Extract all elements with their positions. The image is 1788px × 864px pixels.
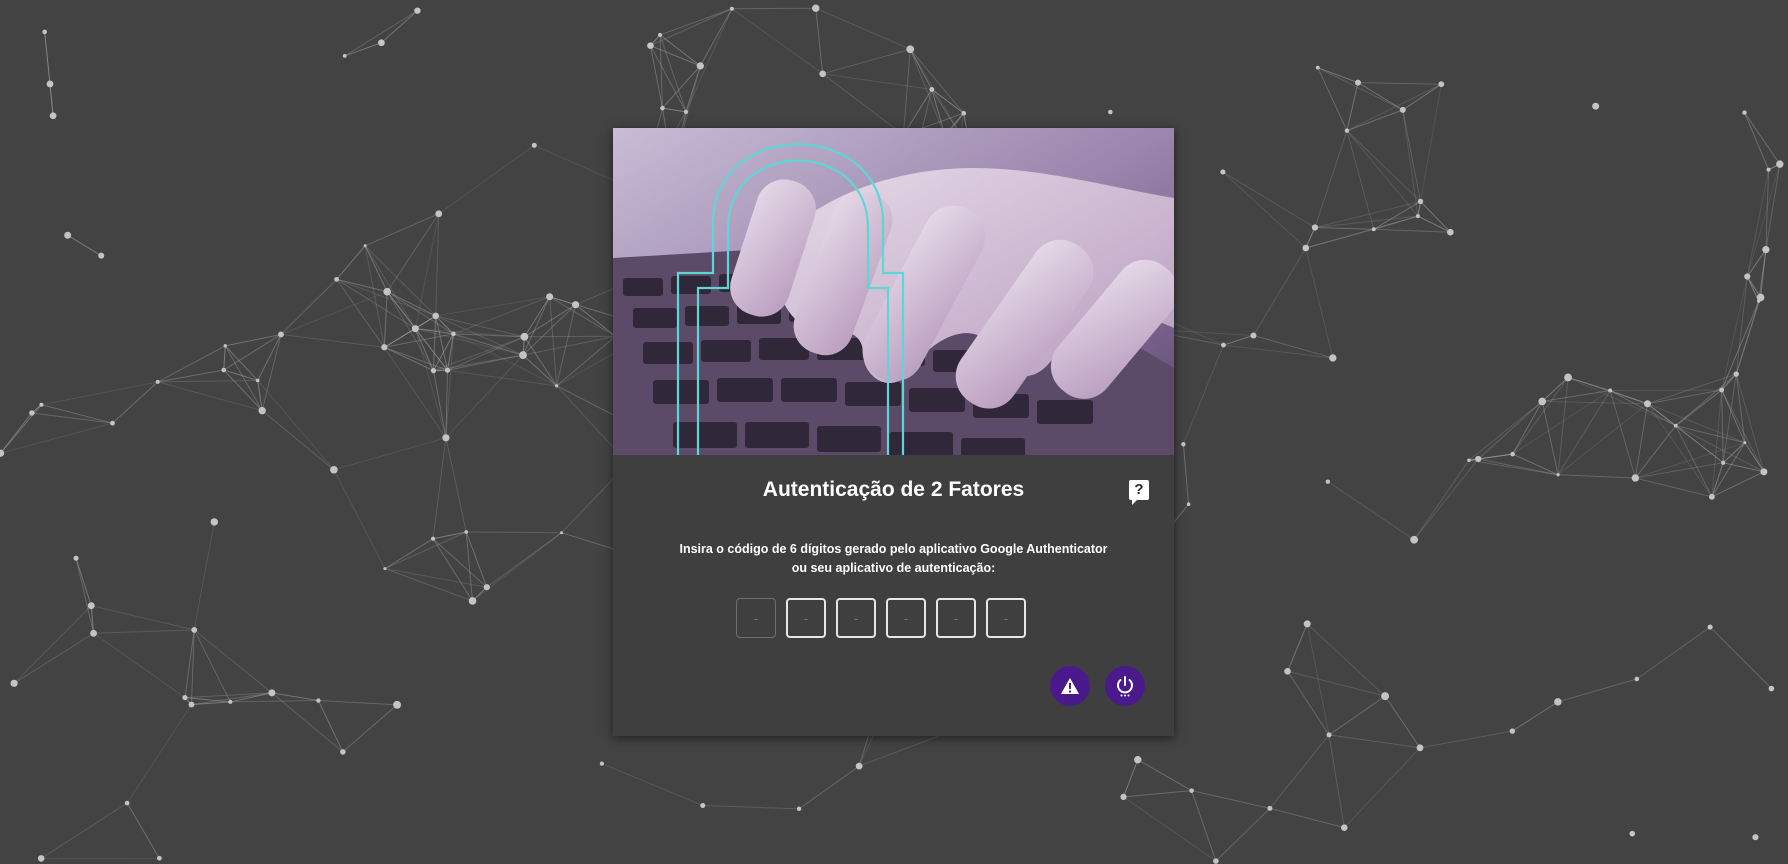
code-digit-5[interactable]: [936, 598, 976, 638]
report-problem-button[interactable]: [1050, 666, 1090, 706]
code-digit-2[interactable]: [786, 598, 826, 638]
warning-icon: [1061, 678, 1079, 694]
hero-image: [613, 128, 1174, 455]
logout-button[interactable]: [1105, 666, 1145, 706]
code-digit-1[interactable]: [736, 598, 776, 638]
power-icon: [1117, 676, 1133, 697]
code-digit-3[interactable]: [836, 598, 876, 638]
code-digit-4[interactable]: [886, 598, 926, 638]
code-input-group: [736, 598, 1026, 638]
instruction-line-1: Insira o código de 6 dígitos gerado pelo…: [679, 542, 1108, 556]
help-button[interactable]: ?: [1129, 480, 1149, 505]
instruction-text: Insira o código de 6 dígitos gerado pelo…: [613, 540, 1174, 578]
code-digit-6[interactable]: [986, 598, 1026, 638]
two-factor-card: Autenticação de 2 Fatores ? Insira o cód…: [613, 128, 1174, 736]
page-title: Autenticação de 2 Fatores: [762, 478, 1025, 501]
instruction-line-2: ou seu aplicativo de autenticação:: [791, 561, 996, 575]
